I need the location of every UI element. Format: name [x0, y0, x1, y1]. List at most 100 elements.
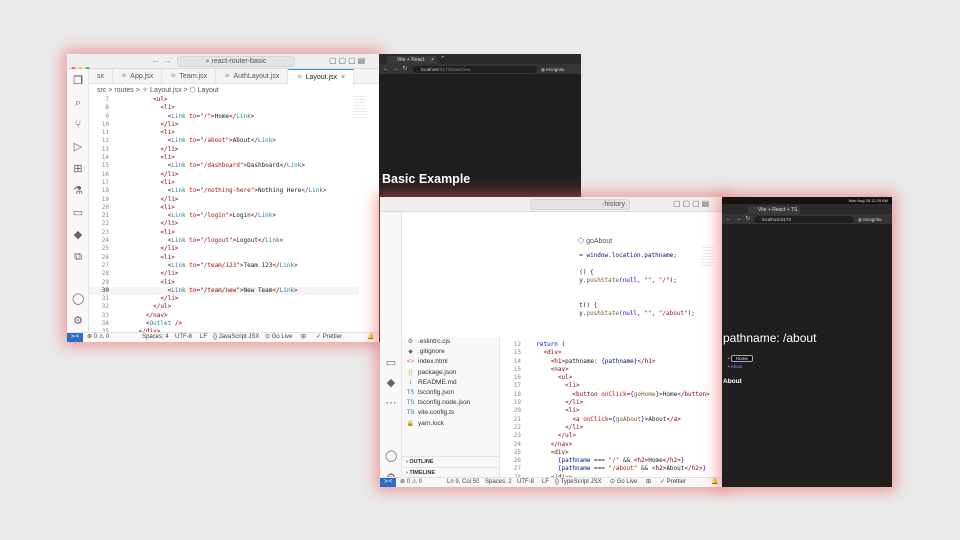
code-line[interactable]: 14 <h1>pathname: {pathname}</h1> [501, 358, 723, 366]
problems-indicator[interactable]: ⊗ 0 ⚠ 0 [87, 333, 109, 342]
notifications-icon[interactable]: 🔔 [367, 333, 374, 342]
code-line[interactable]: 17 <li> [89, 179, 359, 187]
file-item[interactable]: i README.md [402, 378, 499, 388]
remote-indicator-icon[interactable]: ≻< [67, 333, 83, 342]
code-line[interactable]: 34 <Outlet /> [89, 320, 359, 328]
tab-app-jsx[interactable]: ⚛ App.jsx [113, 69, 163, 84]
explorer-icon[interactable]: ❐ [72, 75, 84, 87]
docker-status-icon[interactable]: ⊞ [301, 333, 306, 342]
account-icon[interactable]: ◯ [72, 293, 84, 305]
encoding-status[interactable]: UTF-8 [517, 478, 534, 487]
docker-status-icon[interactable]: ⊞ [646, 478, 651, 487]
code-line[interactable]: 17 <li> [501, 382, 723, 390]
code-line[interactable]: 24 <Link to="/logout">Logout</Link> [89, 237, 359, 245]
eol-status[interactable]: LF [542, 478, 549, 487]
code-line[interactable]: 22 </li> [501, 424, 723, 432]
code-line[interactable]: 23 </ul> [501, 432, 723, 440]
forward-arrow-icon[interactable]: → [163, 55, 172, 65]
file-item[interactable]: {} package.json [402, 368, 499, 378]
breadcrumb-routes[interactable]: routes [114, 87, 133, 94]
language-mode-status[interactable]: {} JavaScript JSX [213, 333, 259, 342]
home-button[interactable]: Home [730, 355, 753, 362]
browser-nav-icons[interactable]: ← → ↻ [383, 65, 408, 72]
code-line[interactable]: 13 </li> [89, 146, 359, 154]
code-line[interactable]: = window.location.pathname; [572, 252, 702, 260]
breadcrumb-symbol[interactable]: goAbout [586, 238, 612, 245]
code-line[interactable]: 13 <div> [501, 349, 723, 357]
prettier-status[interactable]: ✓ Prettier [316, 333, 342, 342]
code-editor[interactable]: 12 return (13 <div> 14 <h1>pathname: {pat… [501, 341, 723, 482]
address-bar[interactable]: localhost:5173/team/new [413, 65, 537, 73]
tab-team-jsx[interactable]: ⚛ Team.jsx [162, 69, 217, 84]
code-line[interactable]: y.pushState(null, "", "/"); [572, 277, 702, 285]
remote-indicator-icon[interactable]: ≻< [380, 478, 396, 487]
code-line[interactable]: 26 {pathname === "/" && <h2>Home</h2>} [501, 457, 723, 465]
tab-partial[interactable]: sx [89, 69, 113, 84]
code-line[interactable]: 15 <nav> [501, 366, 723, 374]
problems-indicator[interactable]: ⊗ 0 ⚠ 0 [400, 478, 422, 487]
minimap[interactable] [354, 96, 366, 118]
code-line[interactable]: 15 <Link to="/dashboard">Dashboard</Link… [89, 162, 359, 170]
address-bar[interactable]: localhost:5173 [754, 215, 854, 223]
run-debug-icon[interactable]: ▷ [72, 141, 84, 153]
indentation-status[interactable]: Spaces: 2 [485, 478, 512, 487]
code-line[interactable]: 12 <Link to="/about">About</Link> [89, 137, 359, 145]
code-line[interactable]: 32 </ul> [89, 303, 359, 311]
code-line[interactable]: 9 <Link to="/">Home</Link> [89, 113, 359, 121]
close-tab-icon[interactable]: × [431, 56, 434, 64]
file-item[interactable]: TS vite.config.ts [402, 408, 499, 418]
code-line[interactable]: 25 </li> [89, 245, 359, 253]
code-line[interactable]: 23 <li> [89, 229, 359, 237]
file-item[interactable]: TS tsconfig.node.json [402, 398, 499, 408]
back-arrow-icon[interactable]: ← [151, 55, 160, 65]
timeline-panel-header[interactable]: › TIMELINE [402, 467, 499, 477]
code-line[interactable]: 30 <Link to="/team/new">New Team</Link> [89, 286, 359, 296]
prettier-status[interactable]: ✓ Prettier [660, 478, 686, 487]
code-line[interactable]: 25 <div> [501, 449, 723, 457]
file-item[interactable]: ⚙ .eslintrc.cjs [402, 337, 499, 347]
code-line[interactable]: 29 <li> [89, 279, 359, 287]
layout-toggle-icons[interactable]: ▢▢▢▤ [673, 199, 711, 208]
code-line[interactable]: 20 <li> [89, 204, 359, 212]
extensions-icon[interactable]: ⊞ [72, 163, 84, 175]
eol-status[interactable]: LF [200, 333, 207, 342]
account-icon[interactable]: ◯ [385, 450, 397, 462]
remote-explorer-icon[interactable]: ▭ [385, 357, 397, 369]
source-control-icon[interactable]: ⑂ [72, 119, 84, 131]
minimap[interactable] [702, 247, 714, 267]
search-icon[interactable]: ⌕ [72, 97, 84, 109]
code-line[interactable]: 27 {pathname === "/about" && <h2>About</… [501, 465, 723, 473]
code-line[interactable]: t() { [572, 302, 702, 310]
go-live-button[interactable]: ⊙ Go Live [265, 333, 292, 342]
code-line[interactable]: 18 <button onClick={goHome}>Home</button… [501, 391, 723, 399]
code-line[interactable]: 27 <Link to="/team/123">Team 123</Link> [89, 262, 359, 270]
notifications-icon[interactable]: 🔔 [711, 478, 718, 487]
code-line[interactable]: 16 </li> [89, 171, 359, 179]
file-item[interactable]: 🔒 yarn.lock [402, 419, 499, 429]
code-line[interactable] [572, 285, 702, 293]
code-line[interactable] [572, 293, 702, 301]
code-line[interactable]: 28 </li> [89, 270, 359, 278]
file-item[interactable]: ◆ .gitignore [402, 347, 499, 357]
code-line[interactable]: 21 <a onClick={goAbout}>About</a> [501, 416, 723, 424]
browser-nav-icons[interactable]: ← → ↻ [726, 215, 751, 222]
new-tab-icon[interactable]: + [441, 55, 445, 61]
code-line[interactable]: 24 </nav> [501, 441, 723, 449]
code-line[interactable]: 19 </li> [89, 196, 359, 204]
command-center-search[interactable]: -history [530, 199, 630, 210]
code-editor-upper[interactable]: = window.location.pathname; () { y.pushS… [572, 252, 702, 318]
code-line[interactable]: y.pushState(null, "", "/about"); [572, 310, 702, 318]
cursor-position-status[interactable]: Ln 9, Col 50 [447, 478, 479, 487]
code-line[interactable]: 8 <li> [89, 104, 359, 112]
outline-panel-header[interactable]: › OUTLINE [402, 456, 499, 466]
code-line[interactable]: 11 <li> [89, 129, 359, 137]
code-line[interactable] [572, 260, 702, 268]
docker-icon[interactable]: ◆ [72, 229, 84, 241]
remote-explorer-icon[interactable]: ▭ [72, 207, 84, 219]
breadcrumb-file[interactable]: Layout.jsx [150, 87, 182, 94]
code-line[interactable]: () { [572, 269, 702, 277]
breadcrumb-src[interactable]: src [97, 87, 106, 94]
close-tab-icon[interactable]: × [341, 74, 345, 81]
code-editor[interactable]: 7 <ul> 8 <li> 9 <Link to="/">Home</Link> 10… [89, 96, 359, 337]
docker-icon[interactable]: ◆ [385, 377, 397, 389]
